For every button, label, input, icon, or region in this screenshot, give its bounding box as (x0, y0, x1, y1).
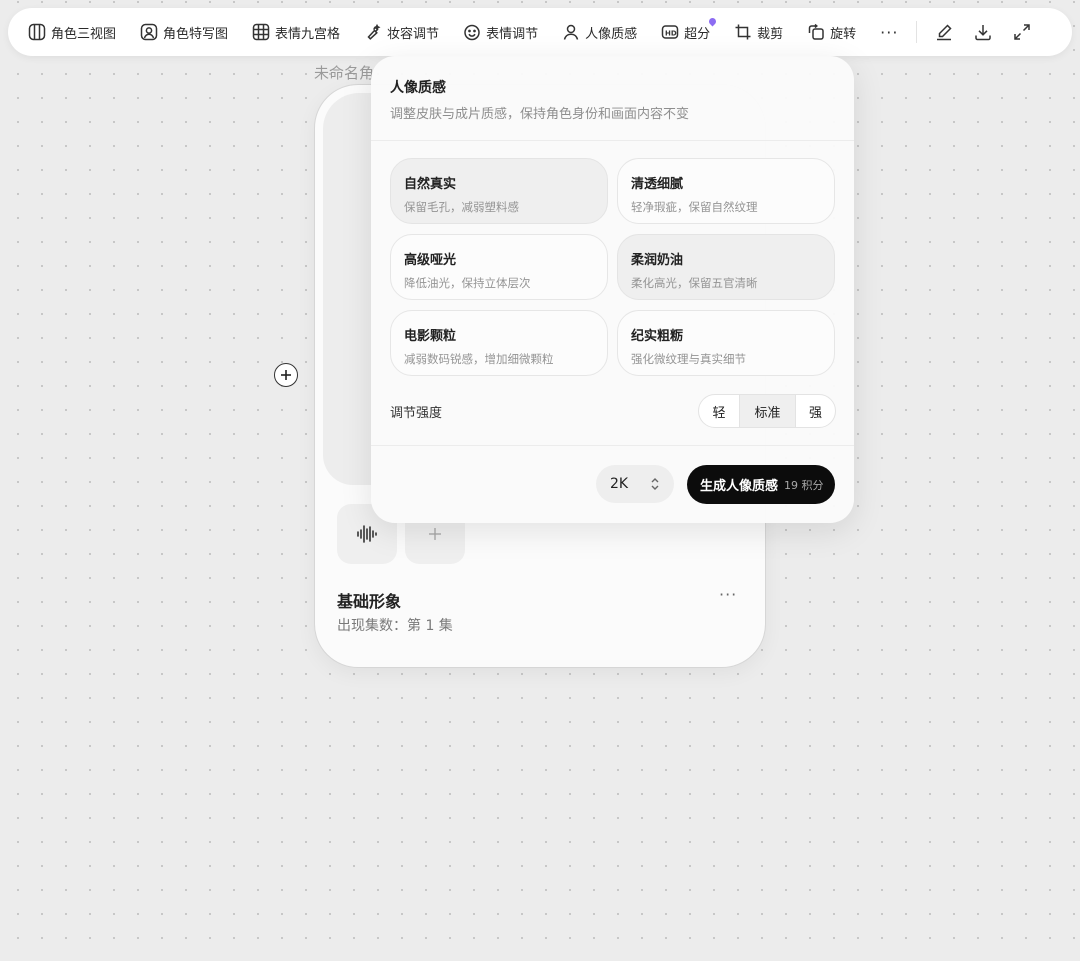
toolbar-upscale-button[interactable]: HD 超分 (661, 16, 718, 48)
toolbar-divider (916, 21, 918, 43)
toolbar-label: 人像质感 (585, 26, 638, 42)
option-clear[interactable]: 清透细腻 轻净瑕疵，保留自然纹理 (617, 158, 835, 224)
toolbar-expression-grid-button[interactable]: 表情九宫格 (252, 16, 340, 48)
generate-label: 生成人像质感 (700, 479, 779, 494)
rotate-icon (808, 23, 824, 40)
resolution-value: 2K (610, 476, 629, 492)
strength-standard[interactable]: 标准 (739, 395, 795, 427)
portrait-texture-panel: 人像质感 调整皮肤与成片质感，保持角色身份和画面内容不变 自然真实 保留毛孔，减… (371, 56, 854, 523)
option-desc: 强化微纹理与真实细节 (631, 352, 746, 366)
toolbar-label: 角色特写图 (163, 26, 229, 42)
option-name: 纪实粗粝 (631, 329, 684, 344)
toolbar-label: 妆容调节 (387, 26, 440, 42)
toolbar-portrait-texture-button[interactable]: 人像质感 (562, 16, 637, 48)
waveform-icon (357, 525, 377, 543)
plus-icon (281, 370, 291, 380)
strength-label: 调节强度 (390, 406, 443, 421)
card-appearance: 出现集数：第 1 集 (337, 618, 453, 634)
option-name: 电影颗粒 (404, 329, 457, 344)
panel-title: 人像质感 (390, 80, 446, 96)
toolbar-label: 角色三视图 (51, 26, 117, 42)
toolbar-label: 超分 (684, 26, 711, 42)
toolbar-three-view-button[interactable]: 角色三视图 (28, 16, 116, 48)
toolbar-download-button[interactable] (972, 21, 994, 43)
toolbar-label: 表情调节 (486, 26, 539, 42)
plus-icon (429, 528, 441, 540)
strength-light[interactable]: 轻 (699, 395, 739, 427)
panel-divider (371, 140, 854, 141)
panel-divider (371, 445, 854, 446)
expand-icon (1014, 24, 1031, 40)
toolbar-makeup-button[interactable]: 妆容调节 (364, 16, 439, 48)
top-toolbar: 角色三视图 角色特写图 表情九宫格 妆容调节 表情调节 人像质感 HD 超分 裁… (8, 8, 1072, 56)
option-film-grain[interactable]: 电影颗粒 减弱数码锐感，增加细微颗粒 (390, 310, 608, 376)
option-desc: 降低油光，保持立体层次 (404, 276, 531, 290)
toolbar-fullscreen-button[interactable] (1011, 21, 1033, 43)
option-creamy[interactable]: 柔润奶油 柔化高光，保留五官清晰 (617, 234, 835, 300)
option-desc: 减弱数码锐感，增加细微颗粒 (404, 352, 554, 366)
person-icon (563, 24, 579, 40)
smile-icon (464, 24, 480, 41)
hd-icon: HD (661, 25, 679, 39)
resolution-select[interactable]: 2K (596, 465, 674, 503)
option-desc: 轻净瑕疵，保留自然纹理 (631, 200, 758, 214)
panel-description: 调整皮肤与成片质感，保持角色身份和画面内容不变 (390, 107, 690, 122)
toolbar-crop-button[interactable]: 裁剪 (734, 16, 783, 48)
pen-icon (937, 24, 952, 41)
option-name: 柔润奶油 (631, 253, 684, 268)
toolbar-label: 旋转 (830, 26, 857, 42)
toolbar-label: 表情九宫格 (275, 26, 341, 42)
toolbar-edit-button[interactable] (933, 21, 955, 43)
svg-text:HD: HD (665, 29, 677, 37)
strength-segmented-control: 轻 标准 强 (698, 394, 836, 428)
add-node-button[interactable] (274, 363, 298, 387)
toolbar-label: 裁剪 (757, 26, 784, 42)
toolbar-closeup-button[interactable]: 角色特写图 (140, 16, 228, 48)
toolbar-more-button[interactable]: ··· (880, 23, 898, 42)
download-icon (975, 25, 992, 41)
option-matte[interactable]: 高级哑光 降低油光，保持立体层次 (390, 234, 608, 300)
crop-icon (735, 24, 751, 40)
toolbar-rotate-button[interactable]: 旋转 (807, 16, 856, 48)
option-documentary[interactable]: 纪实粗粝 强化微纹理与真实细节 (617, 310, 835, 376)
three-view-icon (28, 23, 46, 41)
option-desc: 柔化高光，保留五官清晰 (631, 276, 758, 290)
option-name: 清透细腻 (631, 177, 684, 192)
card-title: 未命名角 (314, 64, 375, 82)
option-name: 高级哑光 (404, 253, 457, 268)
grid-icon (252, 23, 270, 41)
makeup-brush-icon (367, 23, 381, 40)
updown-chevron-icon (651, 478, 659, 490)
card-more-button[interactable]: ··· (719, 585, 737, 604)
strength-strong[interactable]: 强 (795, 395, 835, 427)
generate-button[interactable]: 生成人像质感 19 积分 (687, 465, 835, 504)
card-name: 基础形象 (337, 592, 402, 611)
portrait-frame-icon (140, 23, 158, 41)
generate-cost: 19 积分 (784, 478, 824, 492)
option-desc: 保留毛孔，减弱塑料感 (404, 200, 519, 214)
toolbar-expression-button[interactable]: 表情调节 (463, 16, 538, 48)
option-name: 自然真实 (404, 177, 457, 192)
option-natural[interactable]: 自然真实 保留毛孔，减弱塑料感 (390, 158, 608, 224)
